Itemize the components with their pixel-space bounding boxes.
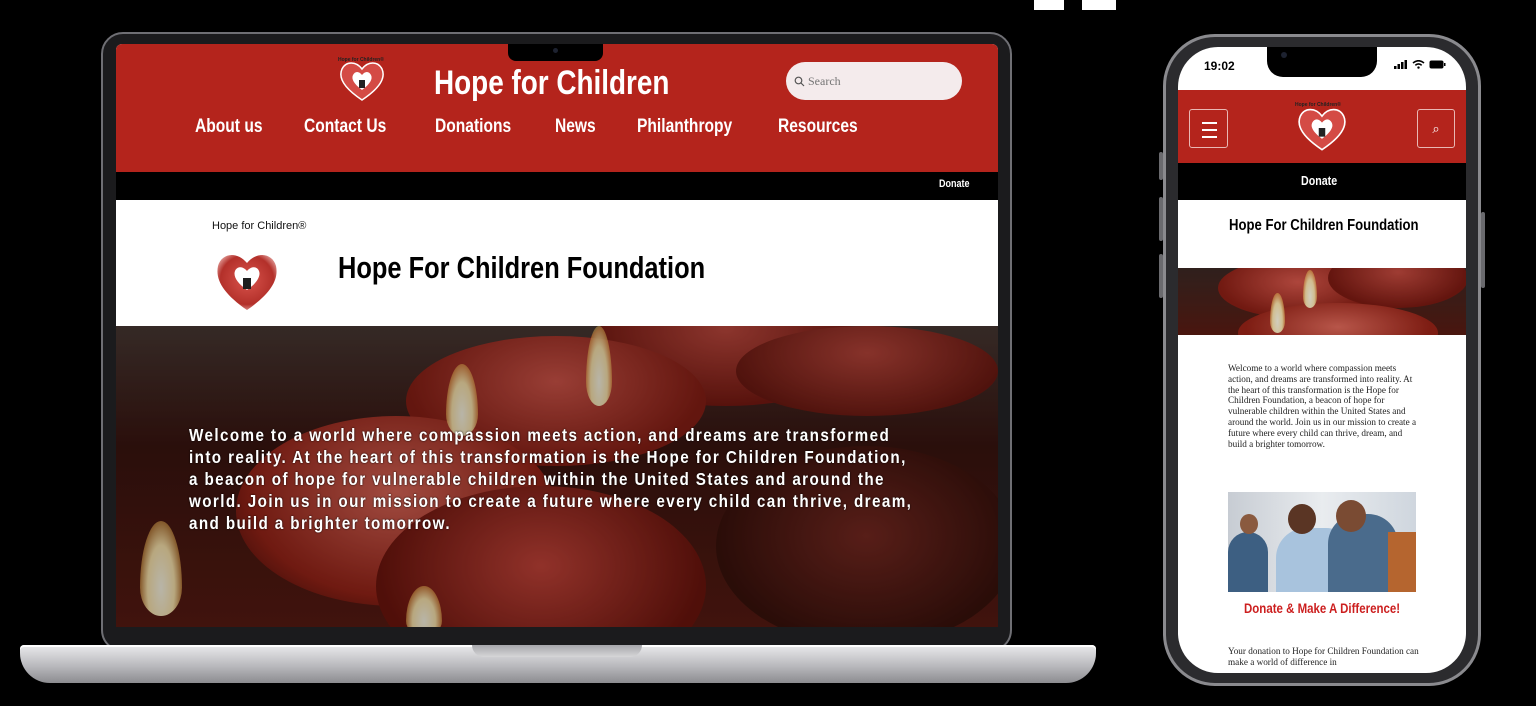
laptop-screen: Hope for Children® Hope for Children Abo… — [116, 44, 998, 627]
search-icon: ⌕ — [1432, 121, 1440, 136]
hamburger-menu-icon[interactable] — [1189, 109, 1228, 148]
hugging-photo — [1228, 492, 1416, 592]
site-logo[interactable]: Hope for Children® — [1293, 102, 1351, 154]
cropped-heading-glyph — [1030, 0, 1120, 10]
donation-text: Your donation to Hope for Children Found… — [1228, 646, 1419, 667]
hero-banner — [1178, 268, 1466, 335]
donate-bar: Donate — [116, 172, 998, 200]
camera-notch — [508, 44, 603, 61]
page-title: Hope For Children Foundation — [1229, 217, 1419, 234]
search-box[interactable] — [786, 62, 962, 100]
intro-text: Welcome to a world where compassion meet… — [1228, 363, 1417, 449]
nav-contact-us[interactable]: Contact Us — [304, 116, 386, 138]
signal-icon — [1394, 60, 1408, 69]
site-title[interactable]: Hope for Children — [434, 64, 669, 103]
search-input[interactable] — [808, 73, 948, 89]
laptop-base — [20, 645, 1096, 683]
heart-logo-icon — [217, 254, 277, 310]
mobile-header: Hope for Children® ⌕ — [1178, 90, 1466, 163]
search-button[interactable]: ⌕ — [1417, 109, 1455, 148]
phone-side-button — [1481, 212, 1485, 288]
status-icons — [1394, 59, 1446, 72]
nav-donations[interactable]: Donations — [435, 116, 511, 138]
donate-cta[interactable]: Donate & Make A Difference! — [1244, 600, 1400, 616]
hero-text: Welcome to a world where compassion meet… — [189, 425, 913, 533]
donate-link[interactable]: Donate — [939, 178, 970, 190]
nav-news[interactable]: News — [555, 116, 596, 138]
search-icon — [794, 76, 805, 86]
laptop-bezel — [116, 627, 998, 647]
battery-icon — [1429, 60, 1446, 69]
nav-about-us[interactable]: About us — [195, 116, 263, 138]
nav-resources[interactable]: Resources — [778, 116, 858, 138]
wifi-icon — [1412, 59, 1425, 69]
site-logo[interactable]: Hope for Children® — [336, 56, 388, 104]
phone-side-button — [1159, 152, 1163, 180]
page-title: Hope For Children Foundation — [338, 250, 706, 285]
logo-text: Hope for Children® — [1295, 102, 1341, 108]
brand-section: Hope for Children® Hope For Children Fou… — [116, 200, 998, 326]
phone-screen: 19:02 Hope for Children® ⌕ Donate Hope F… — [1178, 47, 1466, 673]
heart-logo-icon — [340, 62, 384, 101]
logo-text: Hope for Children® — [338, 57, 384, 63]
donate-link[interactable]: Donate — [1301, 173, 1337, 188]
phone-side-button — [1159, 197, 1163, 241]
donate-bar: Donate — [1178, 163, 1466, 200]
main-nav: About us Contact Us Donations News Phila… — [116, 116, 998, 146]
status-time: 19:02 — [1204, 59, 1235, 73]
phone-side-button — [1159, 254, 1163, 298]
dynamic-island — [1267, 47, 1377, 77]
site-header: Hope for Children® Hope for Children Abo… — [116, 44, 998, 172]
brand-label: Hope for Children® — [212, 220, 307, 232]
heart-logo-icon — [1298, 108, 1346, 151]
hero-banner: Welcome to a world where compassion meet… — [116, 326, 998, 627]
nav-philanthropy[interactable]: Philanthropy — [637, 116, 732, 138]
